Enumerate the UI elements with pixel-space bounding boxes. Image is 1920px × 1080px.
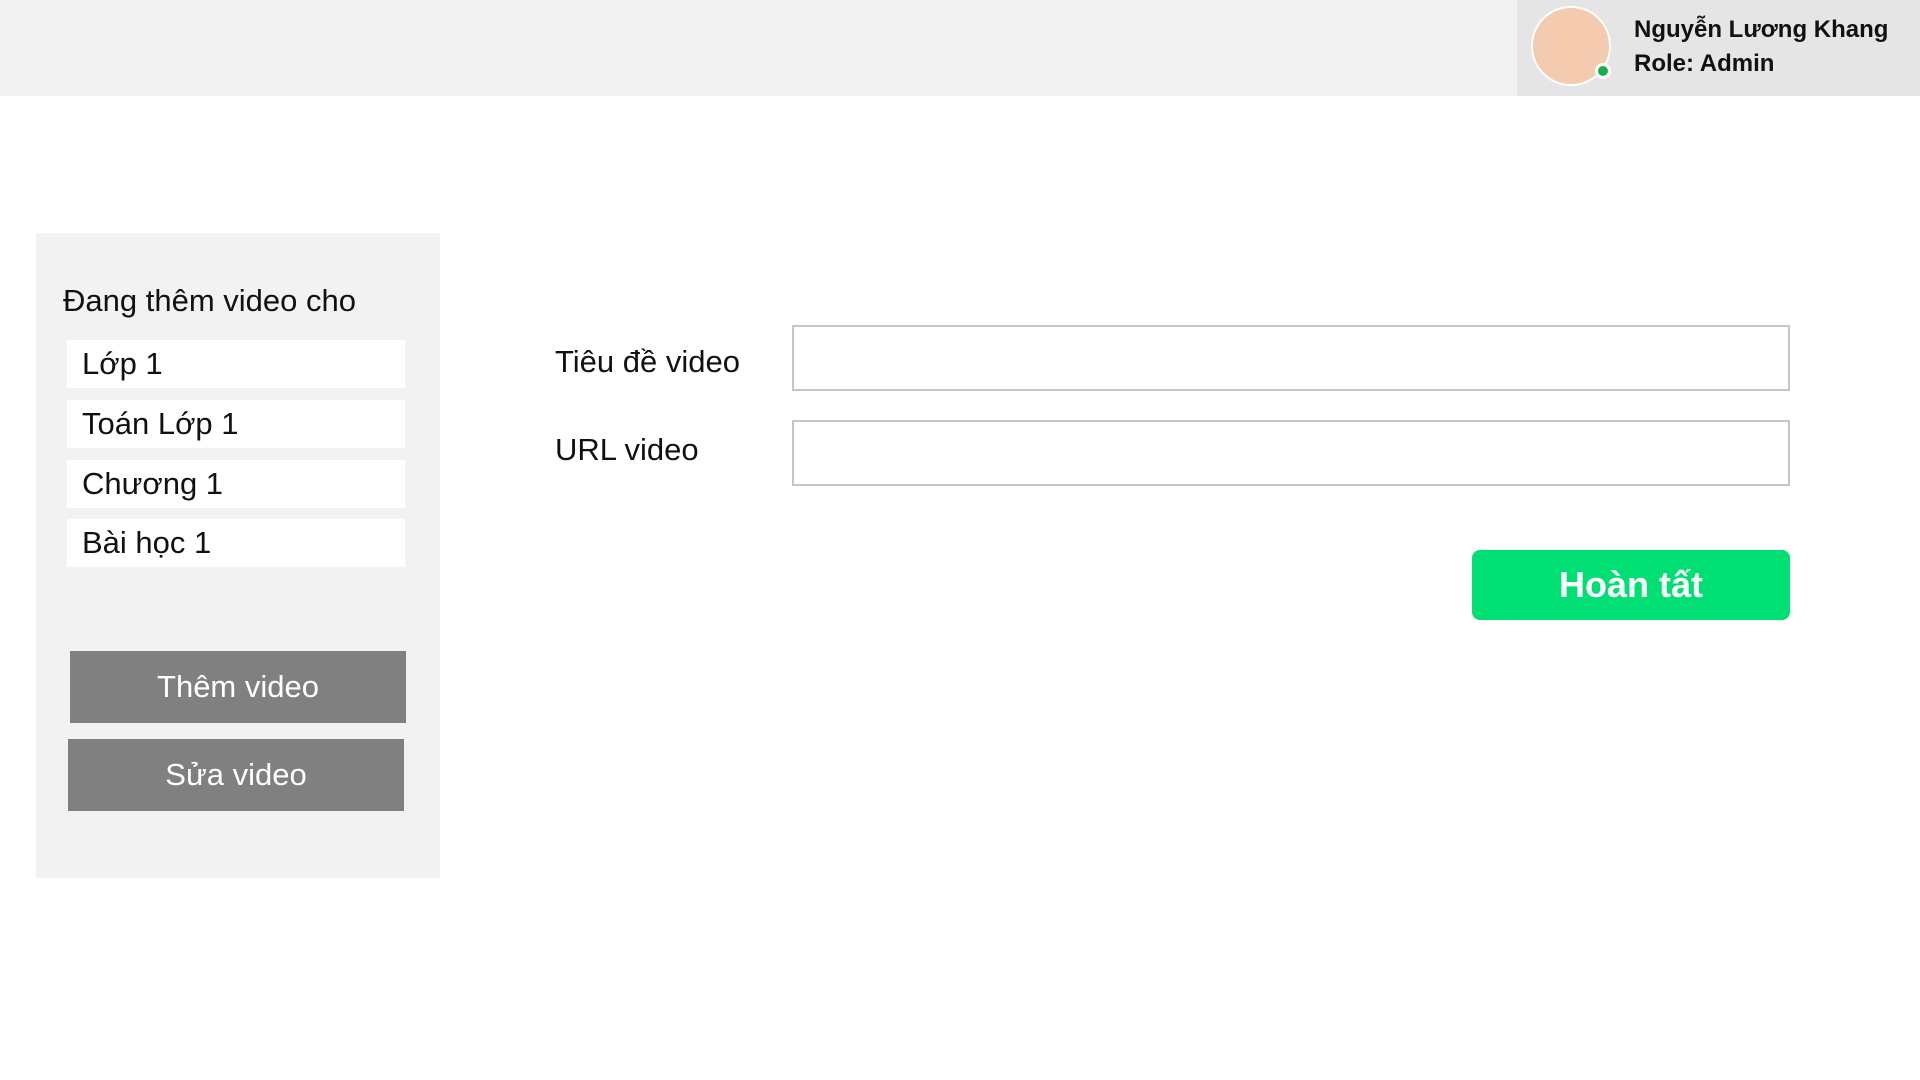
add-video-button[interactable]: Thêm video [70, 651, 406, 723]
path-item-chapter: Chương 1 [67, 460, 405, 508]
video-title-label: Tiêu đề video [555, 344, 740, 379]
panel-title: Đang thêm video cho [63, 283, 356, 318]
complete-button[interactable]: Hoàn tất [1472, 550, 1790, 620]
user-name: Nguyễn Lương Khang [1634, 16, 1889, 43]
video-title-input[interactable] [792, 325, 1790, 391]
video-url-input[interactable] [792, 420, 1790, 486]
online-status-icon [1595, 63, 1611, 79]
avatar[interactable] [1531, 6, 1611, 86]
video-url-label: URL video [555, 432, 699, 467]
user-profile-card[interactable]: Nguyễn Lương Khang Role: Admin [1517, 0, 1920, 96]
video-target-panel: Đang thêm video cho Lớp 1 Toán Lớp 1 Chư… [36, 233, 440, 878]
path-item-subject: Toán Lớp 1 [67, 400, 405, 448]
path-item-lesson: Bài học 1 [67, 519, 405, 567]
edit-video-button[interactable]: Sửa video [68, 739, 404, 811]
path-item-class: Lớp 1 [67, 340, 405, 388]
user-role: Role: Admin [1634, 50, 1775, 77]
top-bar: Nguyễn Lương Khang Role: Admin [0, 0, 1920, 96]
